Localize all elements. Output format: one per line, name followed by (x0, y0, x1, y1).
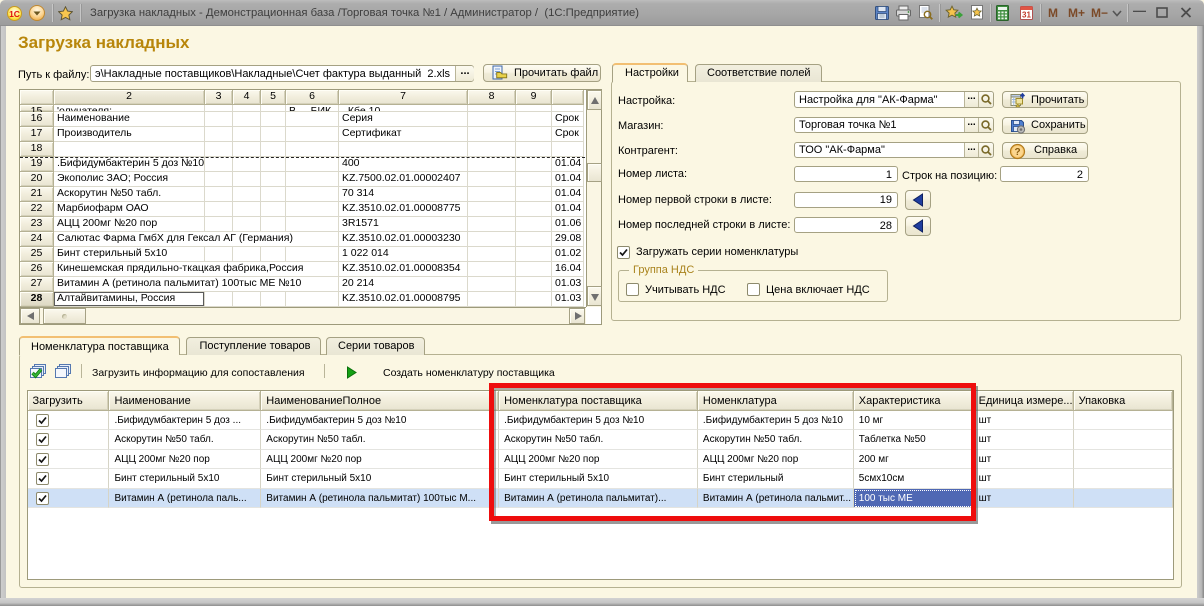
svg-text:1С: 1С (9, 9, 20, 19)
svg-text:31: 31 (1022, 11, 1031, 20)
svg-text:?: ? (1014, 147, 1020, 158)
